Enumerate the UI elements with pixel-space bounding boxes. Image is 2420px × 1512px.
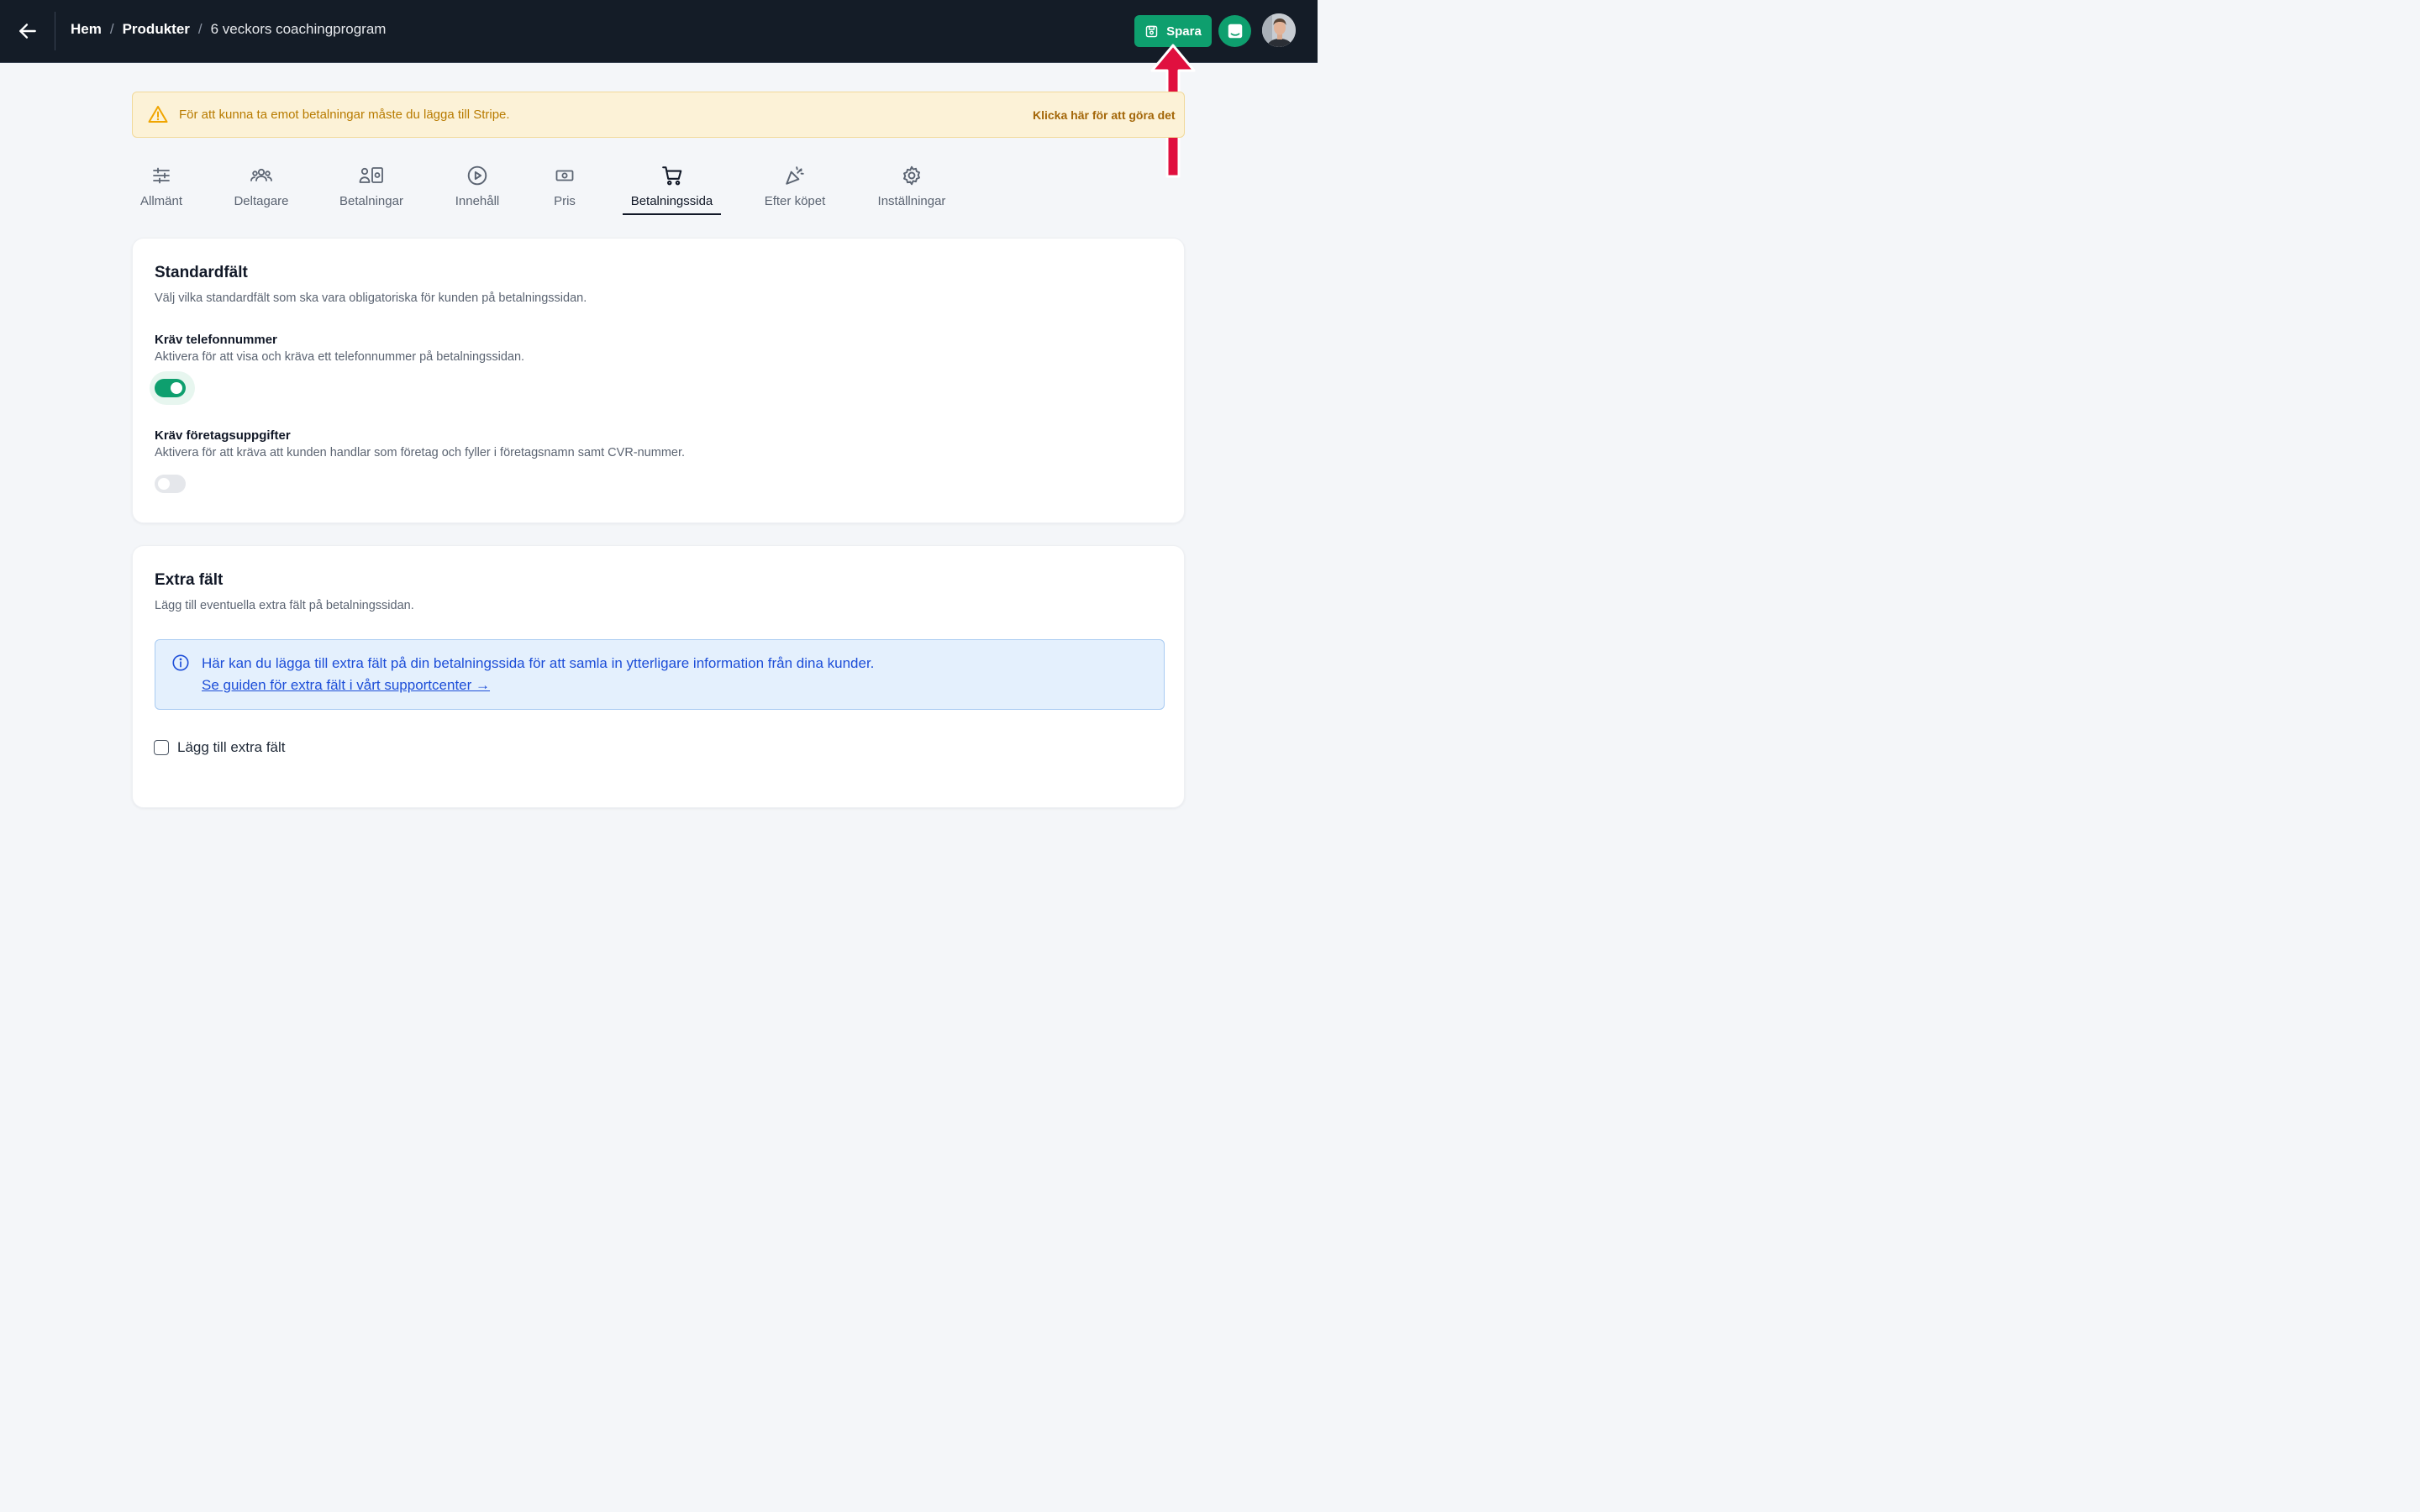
info-text: Här kan du lägga till extra fält på din … xyxy=(202,655,875,671)
breadcrumb-products[interactable]: Produkter xyxy=(123,21,190,38)
play-icon xyxy=(467,165,487,186)
save-button[interactable]: Spara xyxy=(1134,15,1212,47)
party-popper-icon xyxy=(786,166,804,185)
tab-label: Allmänt xyxy=(139,194,183,208)
users-icon xyxy=(250,168,272,181)
top-bar: Hem / Produkter / 6 veckors coachingprog… xyxy=(0,0,1318,63)
chat-icon xyxy=(1228,24,1242,39)
tab-allmant[interactable]: Allmänt xyxy=(137,163,186,215)
tab-betalningar[interactable]: Betalningar xyxy=(336,163,407,215)
phone-field-label: Kräv telefonnummer xyxy=(155,333,277,347)
checkbox-label: Lägg till extra fält xyxy=(177,739,286,755)
standard-fields-card: Standardfält Välj vilka standardfält som… xyxy=(132,238,1185,523)
back-arrow-icon[interactable] xyxy=(15,18,40,44)
tab-label: Betalningssida xyxy=(630,194,713,208)
card-description: Lägg till eventuella extra fält på betal… xyxy=(155,599,414,612)
toggle-knob xyxy=(171,382,182,394)
require-phone-toggle[interactable] xyxy=(150,371,195,405)
tab-betalningssida[interactable]: Betalningssida xyxy=(623,163,721,215)
tab-label: Innehåll xyxy=(455,194,500,208)
company-field-description: Aktivera för att kräva att kunden handla… xyxy=(155,446,686,459)
payments-icon xyxy=(359,167,383,183)
phone-field-description: Aktivera för att visa och kräva ett tele… xyxy=(155,350,525,364)
tab-innehall[interactable]: Innehåll xyxy=(452,163,502,215)
tab-deltagare[interactable]: Deltagare xyxy=(231,163,292,215)
active-tab-indicator xyxy=(623,213,721,215)
toggle-track xyxy=(155,379,186,397)
card-title: Standardfält xyxy=(155,264,248,281)
tab-efter-kopet[interactable]: Efter köpet xyxy=(761,163,829,215)
warning-message: För att kunna ta emot betalningar måste … xyxy=(179,108,510,122)
breadcrumb-current: 6 veckors coachingprogram xyxy=(210,21,387,37)
breadcrumb-home[interactable]: Hem xyxy=(71,21,102,38)
save-button-label: Spara xyxy=(1166,24,1202,39)
warning-action-link[interactable]: Klicka här för att göra det xyxy=(1033,108,1176,122)
tab-label: Pris xyxy=(554,194,576,208)
require-company-toggle[interactable] xyxy=(150,467,195,501)
floppy-disk-icon xyxy=(1145,25,1158,37)
user-avatar[interactable] xyxy=(1262,13,1296,47)
sliders-icon xyxy=(153,167,170,184)
info-icon xyxy=(172,654,189,671)
banknote-icon xyxy=(555,170,574,181)
gear-icon xyxy=(903,165,920,186)
tab-label: Betalningar xyxy=(339,194,403,208)
breadcrumb: Hem / Produkter / 6 veckors coachingprog… xyxy=(71,21,386,38)
chat-button[interactable] xyxy=(1218,15,1251,47)
stripe-warning-banner: För att kunna ta emot betalningar måste … xyxy=(132,92,1185,138)
tab-pris[interactable]: Pris xyxy=(550,163,579,215)
tab-installningar[interactable]: Inställningar xyxy=(874,163,950,215)
add-extra-field-checkbox[interactable] xyxy=(154,740,169,755)
tab-label: Efter köpet xyxy=(764,194,826,208)
toggle-track xyxy=(155,475,186,493)
breadcrumb-separator: / xyxy=(197,21,203,37)
tab-label: Inställningar xyxy=(877,194,946,208)
company-field-label: Kräv företagsuppgifter xyxy=(155,428,291,443)
card-description: Välj vilka standardfält som ska vara obl… xyxy=(155,291,587,305)
info-box: Här kan du lägga till extra fält på din … xyxy=(155,639,1165,710)
add-extra-field-option[interactable]: Lägg till extra fält xyxy=(154,739,286,756)
toggle-knob xyxy=(158,478,170,490)
breadcrumb-separator: / xyxy=(109,21,114,37)
card-title: Extra fält xyxy=(155,571,224,589)
extra-fields-card: Extra fält Lägg till eventuella extra fä… xyxy=(132,545,1185,808)
tab-label: Deltagare xyxy=(234,194,289,208)
cart-icon xyxy=(661,166,681,186)
support-guide-link[interactable]: Se guiden för extra fält i vårt supportc… xyxy=(202,677,490,694)
warning-icon xyxy=(148,106,168,123)
